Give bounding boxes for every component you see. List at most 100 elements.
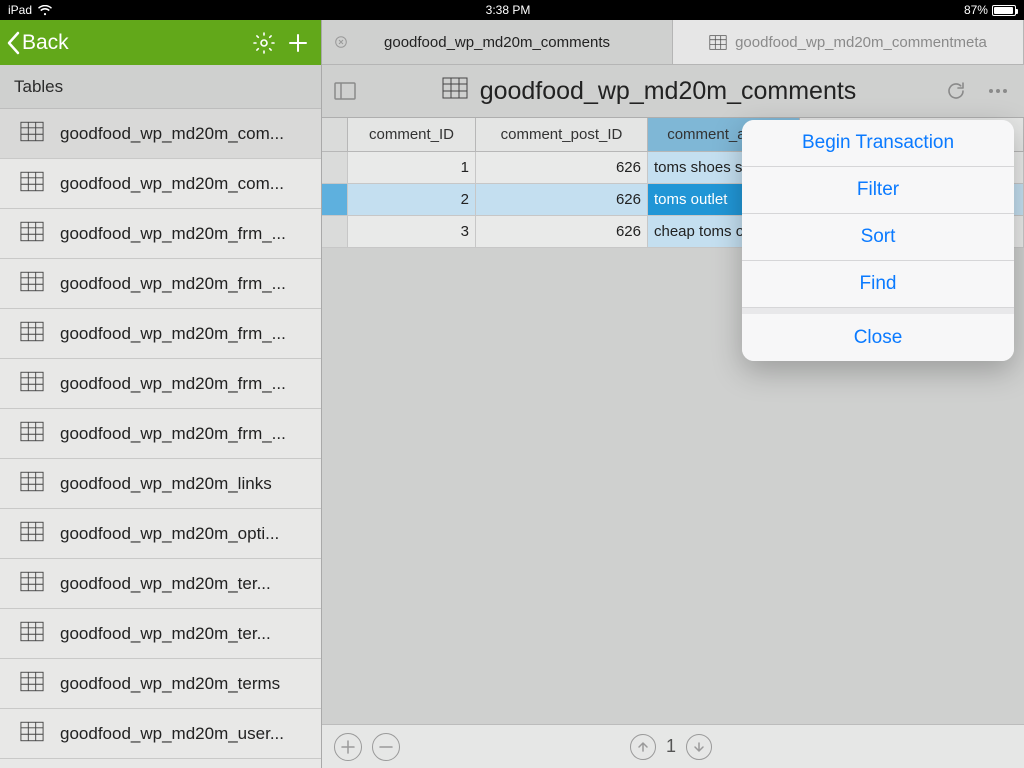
arrow-up-icon <box>637 741 649 753</box>
table-item-label: goodfood_wp_md20m_com... <box>60 174 284 194</box>
title-bar: goodfood_wp_md20m_comments <box>322 65 1024 117</box>
refresh-button[interactable] <box>940 75 972 107</box>
cell[interactable]: 3 <box>348 216 476 247</box>
tab[interactable]: goodfood_wp_md20m_commentmeta <box>673 20 1024 64</box>
clock: 3:38 PM <box>486 3 531 17</box>
cell[interactable]: 626 <box>476 216 648 247</box>
sidebar-header: Back <box>0 20 321 65</box>
table-item-label: goodfood_wp_md20m_frm_... <box>60 224 286 244</box>
table-icon <box>20 521 44 547</box>
back-label: Back <box>22 31 69 55</box>
back-button[interactable]: Back <box>6 31 69 55</box>
sidebar-table-item[interactable]: goodfood_wp_md20m_frm_... <box>0 309 321 359</box>
add-button[interactable] <box>281 26 315 60</box>
table-item-label: goodfood_wp_md20m_frm_... <box>60 274 286 294</box>
sidebar-table-item[interactable]: goodfood_wp_md20m_frm_... <box>0 259 321 309</box>
sidebar-table-item[interactable]: goodfood_wp_md20m_frm_... <box>0 409 321 459</box>
table-item-label: goodfood_wp_md20m_links <box>60 474 272 494</box>
popover-action[interactable]: Find <box>742 261 1014 308</box>
cell[interactable]: 626 <box>476 152 648 183</box>
page-title: goodfood_wp_md20m_comments <box>480 77 857 106</box>
tables-list[interactable]: goodfood_wp_md20m_com... goodfood_wp_md20… <box>0 109 321 768</box>
table-item-label: goodfood_wp_md20m_user... <box>60 724 284 744</box>
wifi-icon <box>38 5 52 16</box>
main-panel: goodfood_wp_md20m_comments goodfood_wp_md… <box>322 20 1024 768</box>
row-header[interactable] <box>322 216 348 247</box>
settings-button[interactable] <box>247 26 281 60</box>
table-icon <box>709 35 727 50</box>
prev-page-button[interactable] <box>630 734 656 760</box>
table-icon <box>20 221 44 247</box>
close-icon <box>335 36 347 48</box>
actions-popover: Begin TransactionFilterSortFind Close <box>742 120 1014 361</box>
sidebar-table-item[interactable]: goodfood_wp_md20m_user... <box>0 709 321 759</box>
sidebar-table-item[interactable]: goodfood_wp_md20m_ter... <box>0 609 321 659</box>
sidebar-table-item[interactable]: goodfood_wp_md20m_terms <box>0 659 321 709</box>
row-header[interactable] <box>322 152 348 183</box>
delete-row-button[interactable] <box>372 733 400 761</box>
popover-action[interactable]: Begin Transaction <box>742 120 1014 167</box>
next-page-button[interactable] <box>686 734 712 760</box>
table-item-label: goodfood_wp_md20m_frm_... <box>60 374 286 394</box>
table-item-label: goodfood_wp_md20m_opti... <box>60 524 279 544</box>
table-icon <box>20 421 44 447</box>
battery-icon <box>992 5 1016 16</box>
battery-indicator: 87% <box>964 3 1016 17</box>
more-actions-button[interactable] <box>982 75 1014 107</box>
gear-icon <box>252 31 276 55</box>
table-item-label: goodfood_wp_md20m_frm_... <box>60 424 286 444</box>
column-header[interactable]: comment_ID <box>348 118 476 151</box>
sidebar-table-item[interactable]: goodfood_wp_md20m_frm_... <box>0 359 321 409</box>
sidebar-table-item[interactable]: goodfood_wp_md20m_links <box>0 459 321 509</box>
ellipsis-icon <box>989 89 1007 93</box>
add-row-button[interactable] <box>334 733 362 761</box>
sidebar-table-item[interactable]: goodfood_wp_md20m_com... <box>0 159 321 209</box>
sidebar: Back Tables goodfood_wp_md20m_com...good… <box>0 20 322 768</box>
cell[interactable]: 2 <box>348 184 476 215</box>
row-header-corner[interactable] <box>322 118 348 151</box>
arrow-down-icon <box>693 741 705 753</box>
table-icon <box>20 121 44 147</box>
row-header[interactable] <box>322 184 348 215</box>
popover-action[interactable]: Sort <box>742 214 1014 261</box>
popover-action[interactable]: Filter <box>742 167 1014 214</box>
minus-icon <box>379 740 393 754</box>
panel-icon <box>334 82 356 100</box>
tab-label: goodfood_wp_md20m_comments <box>384 34 610 51</box>
pager: 1 <box>630 734 712 760</box>
page-number: 1 <box>666 736 676 757</box>
sidebar-table-item[interactable]: goodfood_wp_md20m_ter... <box>0 559 321 609</box>
tab[interactable]: goodfood_wp_md20m_comments <box>322 20 673 64</box>
table-item-label: goodfood_wp_md20m_frm_... <box>60 324 286 344</box>
chevron-left-icon <box>6 31 20 55</box>
table-icon <box>20 571 44 597</box>
sidebar-table-item[interactable]: goodfood_wp_md20m_frm_... <box>0 209 321 259</box>
table-icon <box>442 77 468 106</box>
table-icon <box>20 271 44 297</box>
sidebar-section-title: Tables <box>0 65 321 109</box>
ios-status-bar: iPad 3:38 PM 87% <box>0 0 1024 20</box>
sidebar-table-item[interactable]: goodfood_wp_md20m_com... <box>0 109 321 159</box>
device-label: iPad <box>8 3 32 17</box>
tab-bar: goodfood_wp_md20m_comments goodfood_wp_md… <box>322 20 1024 65</box>
close-tab-button[interactable] <box>332 33 350 51</box>
table-item-label: goodfood_wp_md20m_ter... <box>60 574 271 594</box>
tab-label: goodfood_wp_md20m_commentmeta <box>735 34 987 51</box>
table-item-label: goodfood_wp_md20m_terms <box>60 674 280 694</box>
table-icon <box>20 371 44 397</box>
sidebar-table-item[interactable]: goodfood_wp_md20m_opti... <box>0 509 321 559</box>
toggle-sidebar-button[interactable] <box>332 78 358 104</box>
popover-action[interactable]: Close <box>742 314 1014 361</box>
table-icon <box>20 621 44 647</box>
refresh-icon <box>945 80 967 102</box>
table-item-label: goodfood_wp_md20m_ter... <box>60 624 271 644</box>
column-header[interactable]: comment_post_ID <box>476 118 648 151</box>
plus-icon <box>286 31 310 55</box>
cell[interactable]: 1 <box>348 152 476 183</box>
table-icon <box>20 171 44 197</box>
cell[interactable]: 626 <box>476 184 648 215</box>
battery-percent: 87% <box>964 3 988 17</box>
table-item-label: goodfood_wp_md20m_com... <box>60 124 284 144</box>
bottom-toolbar: 1 <box>322 724 1024 768</box>
plus-icon <box>341 740 355 754</box>
